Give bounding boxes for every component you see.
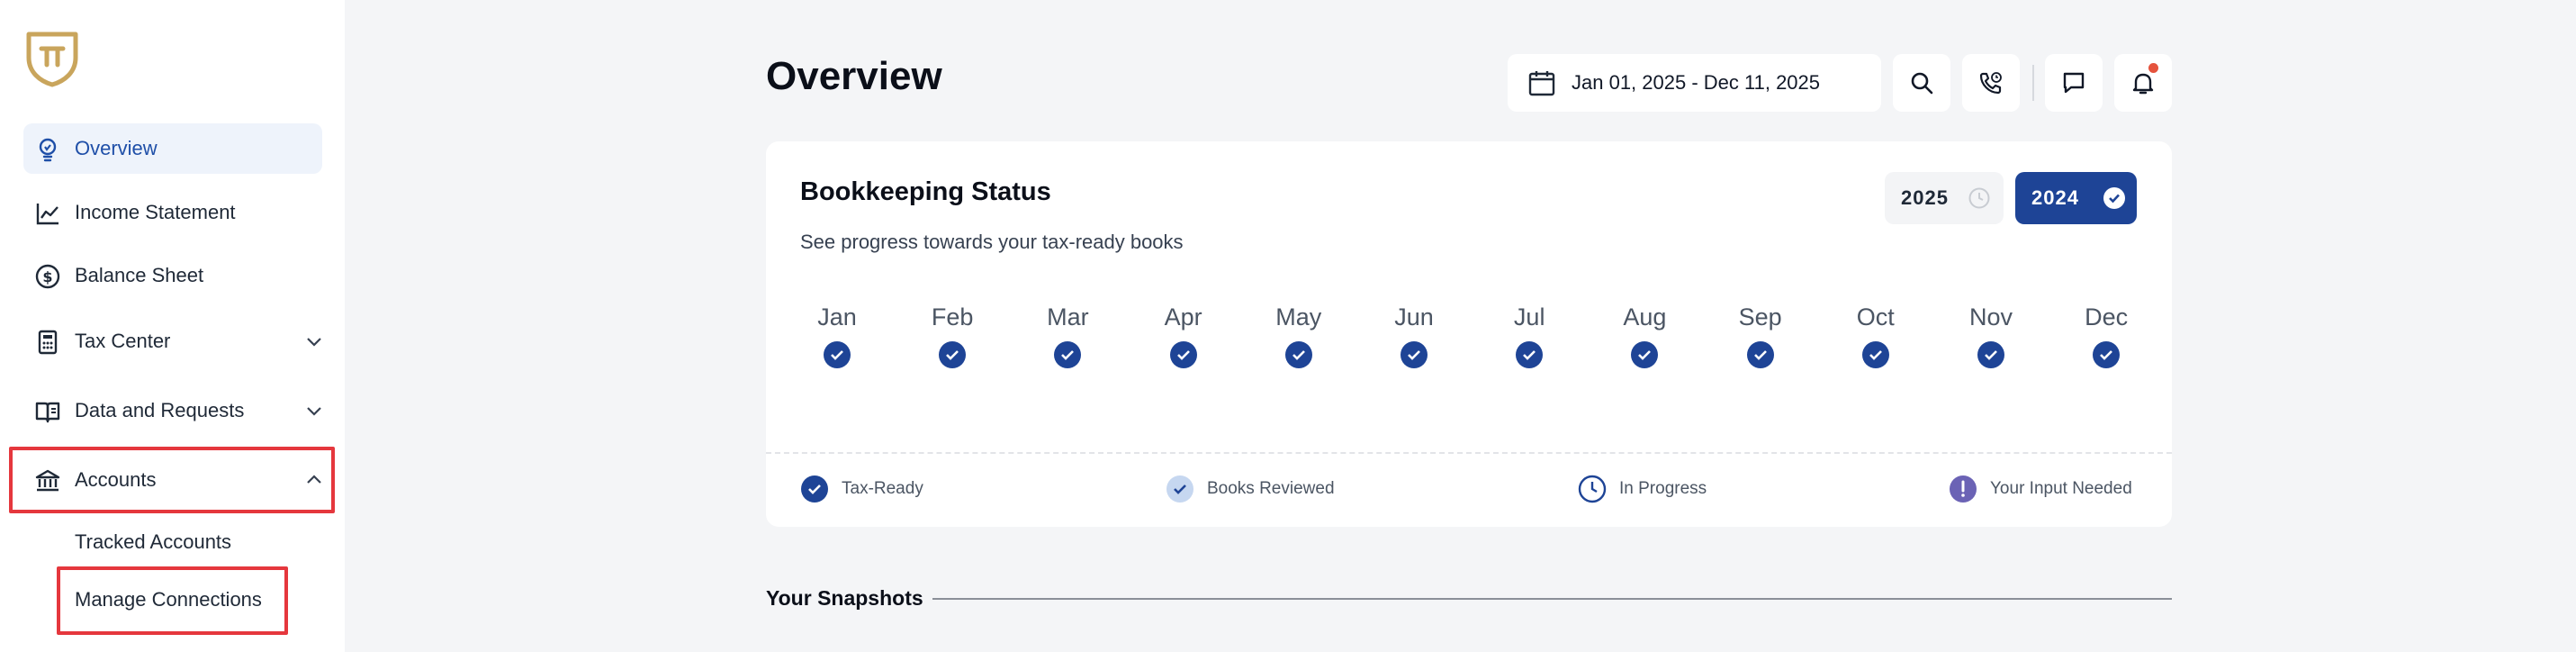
legend-divider — [766, 452, 2172, 454]
chevron-down-icon[interactable] — [304, 331, 324, 351]
sidebar-item-data-and-requests[interactable]: Data and Requests — [23, 385, 322, 436]
calendar-icon — [1528, 71, 1555, 96]
sidebar-item-label: Tax Center — [75, 330, 171, 352]
month-label: Jun — [1394, 303, 1434, 331]
tax-ready-check-icon — [2093, 341, 2121, 368]
legend-label: Books Reviewed — [1207, 479, 1335, 498]
legend-tax-ready: Tax-Ready — [800, 475, 923, 503]
messages-button[interactable] — [2045, 54, 2103, 112]
sidebar-item-label: Income Statement — [75, 201, 236, 223]
bookkeeping-status-card: Bookkeeping Status See progress towards … — [766, 141, 2172, 527]
header-divider — [2032, 65, 2034, 101]
search-icon — [1911, 72, 1933, 95]
month-label: Dec — [2085, 303, 2129, 331]
sidebar: Overview Income Statement $ Balance Shee… — [0, 0, 345, 652]
month-oct[interactable]: Oct — [1835, 303, 1916, 369]
tax-ready-check-icon — [1284, 341, 1312, 368]
legend-label: Tax-Ready — [842, 479, 923, 498]
tax-ready-check-icon — [1861, 341, 1889, 368]
month-jun[interactable]: Jun — [1374, 303, 1455, 369]
sidebar-item-tax-center[interactable]: Tax Center — [23, 316, 322, 367]
notifications-button[interactable] — [2114, 54, 2172, 112]
tax-ready-check-icon — [824, 341, 851, 368]
lightbulb-icon — [39, 138, 57, 162]
chevron-down-icon[interactable] — [304, 401, 324, 421]
month-label: Nov — [1968, 303, 2013, 331]
month-label: Jan — [817, 303, 857, 331]
month-label: Apr — [1164, 303, 1202, 331]
month-label: Sep — [1738, 303, 1782, 331]
month-label: Jul — [1513, 303, 1545, 331]
legend-label: In Progress — [1619, 479, 1707, 498]
books-reviewed-icon — [1166, 475, 1193, 503]
clock-icon — [1968, 187, 1990, 209]
bell-icon — [2132, 73, 2154, 95]
year-label: 2025 — [1901, 186, 1949, 209]
month-jul[interactable]: Jul — [1489, 303, 1570, 369]
highlight-box-manage-connections — [57, 566, 288, 635]
phone-clock-icon — [1979, 72, 2002, 95]
svg-text:$: $ — [42, 268, 52, 285]
highlight-box-accounts — [9, 447, 335, 513]
logo-shield-icon[interactable] — [23, 29, 81, 88]
month-jan[interactable]: Jan — [797, 303, 878, 369]
legend-in-progress: In Progress — [1578, 475, 1707, 503]
page-title: Overview — [766, 54, 942, 98]
line-chart-icon — [36, 204, 59, 225]
input-needed-icon — [1950, 475, 1977, 503]
month-aug[interactable]: Aug — [1604, 303, 1685, 369]
sidebar-item-label: Balance Sheet — [75, 264, 204, 286]
month-label: Mar — [1047, 303, 1089, 331]
call-button[interactable] — [1962, 54, 2020, 112]
month-label: May — [1275, 303, 1322, 331]
month-dec[interactable]: Dec — [2066, 303, 2147, 369]
legend-label: Your Input Needed — [1990, 479, 2132, 498]
month-may[interactable]: May — [1258, 303, 1339, 369]
card-subtitle: See progress towards your tax-ready book… — [800, 231, 1184, 253]
calculator-icon — [38, 330, 58, 355]
in-progress-icon — [1578, 475, 1607, 503]
snapshots-title: Your Snapshots — [766, 586, 923, 610]
month-sep[interactable]: Sep — [1720, 303, 1801, 369]
date-range-value: Jan 01, 2025 - Dec 11, 2025 — [1572, 71, 1821, 94]
month-label: Oct — [1856, 303, 1895, 331]
year-button-2024[interactable]: 2024 — [2015, 172, 2137, 224]
month-mar[interactable]: Mar — [1027, 303, 1108, 369]
book-icon — [35, 402, 60, 423]
tax-ready-check-icon — [1631, 341, 1659, 368]
tax-ready-check-icon — [1169, 341, 1197, 368]
tax-ready-check-icon — [1054, 341, 1082, 368]
sidebar-item-income-statement[interactable]: Income Statement — [23, 187, 322, 238]
tax-ready-check-icon — [1401, 341, 1428, 368]
notification-badge — [2148, 63, 2158, 73]
tax-ready-icon — [801, 475, 828, 503]
date-range-picker[interactable]: Jan 01, 2025 - Dec 11, 2025 — [1508, 54, 1881, 112]
legend-your-input-needed: Your Input Needed — [1949, 475, 2132, 503]
legend-books-reviewed: Books Reviewed — [1166, 475, 1335, 503]
snapshots-divider — [932, 598, 2172, 600]
sidebar-subitem-tracked-accounts[interactable]: Tracked Accounts — [75, 530, 231, 554]
month-nov[interactable]: Nov — [1950, 303, 2031, 369]
check-circle-icon — [2103, 187, 2125, 209]
sidebar-item-balance-sheet[interactable]: $ Balance Sheet — [23, 250, 322, 301]
dollar-circle-icon: $ — [35, 264, 60, 289]
month-label: Feb — [931, 303, 974, 331]
sidebar-item-label: Data and Requests — [75, 399, 245, 421]
sidebar-item-label: Overview — [75, 137, 158, 159]
search-button[interactable] — [1893, 54, 1950, 112]
chat-icon — [2063, 72, 2085, 94]
tax-ready-check-icon — [1516, 341, 1544, 368]
tax-ready-check-icon — [939, 341, 967, 368]
tax-ready-check-icon — [1746, 341, 1774, 368]
month-feb[interactable]: Feb — [912, 303, 993, 369]
month-apr[interactable]: Apr — [1143, 303, 1224, 369]
sidebar-item-overview[interactable]: Overview — [23, 123, 322, 174]
year-label: 2024 — [2031, 186, 2079, 209]
year-button-2025[interactable]: 2025 — [1885, 172, 2004, 224]
month-label: Aug — [1623, 303, 1667, 331]
tax-ready-check-icon — [1977, 341, 2004, 368]
card-title: Bookkeeping Status — [800, 177, 1051, 206]
